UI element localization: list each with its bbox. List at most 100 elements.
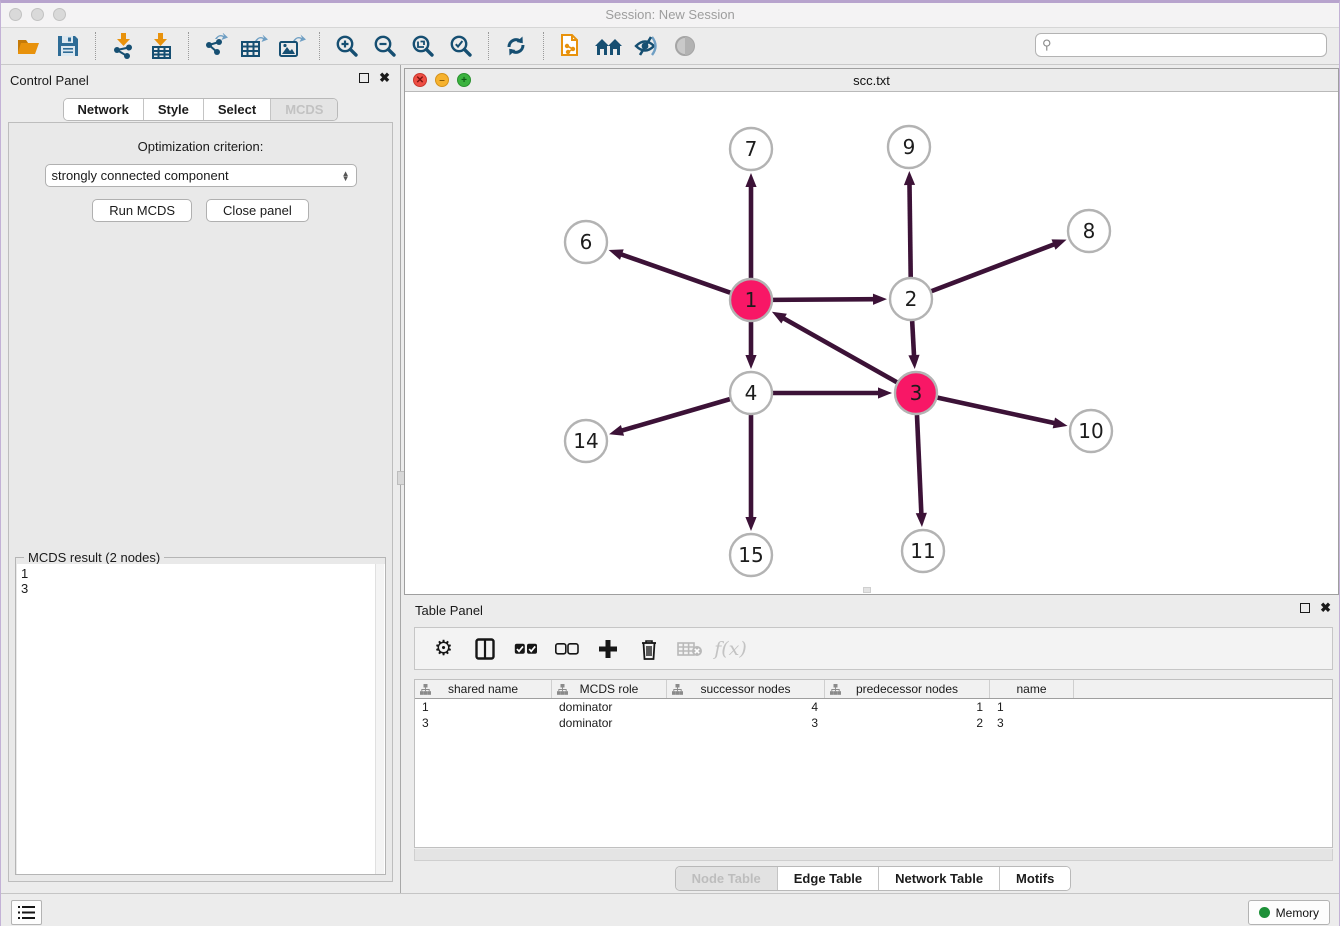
cell-MCDS-role[interactable]: dominator	[552, 715, 667, 731]
column-header-shared-name[interactable]: shared name	[415, 680, 552, 698]
graph-edge-2-8[interactable]	[932, 244, 1056, 291]
edge-arrowhead	[609, 425, 624, 436]
table-toolbar: ⚙ f(x)	[414, 627, 1333, 670]
zoom-in-icon[interactable]	[328, 31, 366, 61]
cell-MCDS-role[interactable]: dominator	[552, 699, 667, 715]
export-image-icon[interactable]	[273, 31, 311, 61]
tab-style[interactable]: Style	[144, 99, 204, 120]
tab-motifs[interactable]: Motifs	[1000, 867, 1070, 890]
mcds-panel: Optimization criterion: strongly connect…	[8, 122, 393, 882]
table-tabs: Node TableEdge TableNetwork TableMotifs	[405, 866, 1340, 891]
close-panel-icon[interactable]: ✖	[379, 73, 390, 83]
column-layout-icon[interactable]	[466, 633, 503, 665]
graph-edge-3-10[interactable]	[937, 398, 1055, 424]
memory-button[interactable]: Memory	[1248, 900, 1330, 925]
mcds-result-text[interactable]: 1 3	[17, 564, 385, 874]
criterion-value: strongly connected component	[52, 168, 342, 183]
search-icon: ⚲	[1042, 37, 1052, 53]
edge-arrowhead	[1052, 239, 1067, 249]
close-panel-button[interactable]: Close panel	[206, 199, 309, 222]
gear-icon[interactable]: ⚙	[425, 633, 462, 665]
edge-arrowhead	[745, 355, 756, 369]
task-history-button[interactable]	[11, 900, 42, 925]
tab-network-table[interactable]: Network Table	[879, 867, 1000, 890]
graph-node-label: 6	[580, 230, 593, 254]
cell-shared-name[interactable]: 1	[415, 699, 552, 715]
graph-edge-1-2[interactable]	[773, 299, 875, 300]
cell-predecessor-nodes[interactable]: 2	[825, 715, 990, 731]
zoom-out-icon[interactable]	[366, 31, 404, 61]
graph-node-label: 11	[910, 539, 935, 563]
table-panel: Table Panel ✖ ⚙	[405, 598, 1340, 893]
import-table-icon[interactable]	[142, 31, 180, 61]
control-panel: Control Panel ✖ NetworkStyleSelectMCDS O…	[1, 65, 401, 893]
search-field[interactable]: ⚲	[1035, 33, 1327, 57]
graph-node-label: 4	[745, 381, 758, 405]
float-table-panel-icon[interactable]	[1300, 603, 1310, 613]
hide-selected-icon[interactable]	[628, 31, 666, 61]
cell-name[interactable]: 3	[990, 715, 1074, 731]
column-header-successor-nodes[interactable]: successor nodes	[667, 680, 825, 698]
canvas-resize-grip[interactable]	[863, 587, 871, 593]
graph-edge-4-14[interactable]	[621, 399, 730, 431]
graph-node-label: 2	[905, 287, 918, 311]
close-table-panel-icon[interactable]: ✖	[1320, 603, 1331, 613]
cell-successor-nodes[interactable]: 3	[667, 715, 825, 731]
cell-name[interactable]: 1	[990, 699, 1074, 715]
zoom-fit-icon[interactable]	[404, 31, 442, 61]
open-session-icon[interactable]	[11, 31, 49, 61]
memory-status-icon	[1259, 907, 1270, 918]
refresh-icon[interactable]	[497, 31, 535, 61]
edge-arrowhead	[878, 387, 892, 398]
network-window-titlebar[interactable]: ✕ – + scc.txt	[405, 69, 1338, 92]
optimization-criterion-label: Optimization criterion:	[9, 139, 392, 154]
column-header-name[interactable]: name	[990, 680, 1074, 698]
graph-edge-3-1[interactable]	[782, 318, 896, 383]
save-session-icon[interactable]	[49, 31, 87, 61]
column-header-predecessor-nodes[interactable]: predecessor nodes	[825, 680, 990, 698]
show-graphics-details-icon[interactable]	[666, 31, 704, 61]
edge-arrowhead	[772, 312, 787, 324]
criterion-select[interactable]: strongly connected component ▲▼	[45, 164, 357, 187]
graph-node-label: 7	[745, 137, 758, 161]
import-network-icon[interactable]	[104, 31, 142, 61]
tab-select[interactable]: Select	[204, 99, 271, 120]
add-column-icon[interactable]	[589, 633, 626, 665]
first-neighbors-icon[interactable]	[590, 31, 628, 61]
graph-edge-1-6[interactable]	[620, 254, 730, 293]
edge-arrowhead	[908, 355, 919, 369]
result-scrollbar[interactable]	[375, 564, 384, 874]
mcds-result-group: MCDS result (2 nodes) 1 3	[15, 557, 386, 875]
table-row[interactable]: 1dominator411	[415, 699, 1332, 715]
deselect-all-checkboxes-icon[interactable]	[548, 633, 585, 665]
export-table-icon[interactable]	[235, 31, 273, 61]
search-input[interactable]	[1056, 38, 1320, 52]
cell-predecessor-nodes[interactable]: 1	[825, 699, 990, 715]
graph-edge-2-9[interactable]	[909, 183, 910, 277]
graph-node-label: 1	[745, 288, 758, 312]
window-title: Session: New Session	[1, 7, 1339, 22]
export-network-icon[interactable]	[197, 31, 235, 61]
tab-edge-table[interactable]: Edge Table	[778, 867, 879, 890]
tab-network[interactable]: Network	[64, 99, 144, 120]
zoom-selected-icon[interactable]	[442, 31, 480, 61]
edge-arrowhead	[745, 173, 756, 187]
select-all-checkboxes-icon[interactable]	[507, 633, 544, 665]
table-row[interactable]: 3dominator323	[415, 715, 1332, 731]
tab-mcds[interactable]: MCDS	[271, 99, 337, 120]
graph-edge-3-11[interactable]	[917, 415, 921, 515]
run-mcds-button[interactable]: Run MCDS	[92, 199, 192, 222]
tab-node-table[interactable]: Node Table	[676, 867, 778, 890]
graph-node-label: 9	[903, 135, 916, 159]
network-view-window: ✕ – + scc.txt 7968124314101511	[404, 68, 1339, 595]
float-panel-icon[interactable]	[359, 73, 369, 83]
cell-shared-name[interactable]: 3	[415, 715, 552, 731]
graph-edge-2-3[interactable]	[912, 321, 914, 357]
cell-successor-nodes[interactable]: 4	[667, 699, 825, 715]
network-canvas[interactable]: 7968124314101511	[405, 92, 1338, 591]
duplicate-network-icon[interactable]	[552, 31, 590, 61]
mcds-result-title: MCDS result (2 nodes)	[24, 550, 164, 565]
delete-table-icon	[671, 633, 708, 665]
delete-column-icon[interactable]	[630, 633, 667, 665]
column-header-MCDS-role[interactable]: MCDS role	[552, 680, 667, 698]
